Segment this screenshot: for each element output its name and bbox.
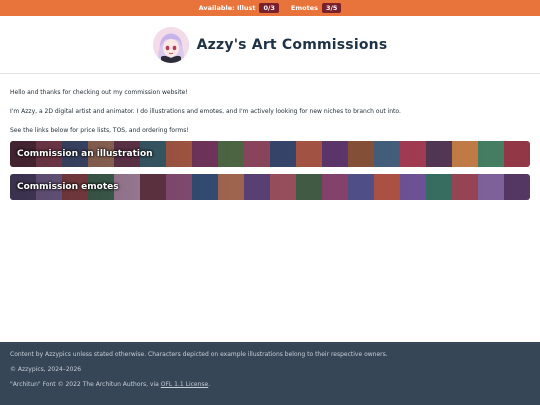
emotes-availability-label: Emotes xyxy=(290,4,318,12)
footer-font-credit: "Architun" Font © 2022 The Architun Auth… xyxy=(10,381,211,388)
intro-instructions: See the links below for price lists, TOS… xyxy=(10,127,189,134)
commission-illustration-label: Commission an illustration xyxy=(17,149,153,159)
footer-copyright: © Azzypics, 2024–2026 xyxy=(10,366,82,373)
ofl-license-link[interactable]: OFL 1.1 License xyxy=(161,381,209,388)
illust-availability-badge: 0/3 xyxy=(259,3,279,13)
site-title: Azzy's Art Commissions xyxy=(196,36,388,53)
intro-about: I'm Azzy, a 2D digital artist and animat… xyxy=(10,108,401,115)
emotes-availability-badge: 3/5 xyxy=(321,3,342,13)
availability-bar: Available: Illust 0/3 Emotes 3/5 xyxy=(0,0,540,16)
intro-greeting: Hello and thanks for checking out my com… xyxy=(10,89,188,96)
footer-content-notice: Content by Azzypics unless stated otherw… xyxy=(10,351,388,358)
commission-emotes-label: Commission emotes xyxy=(17,182,119,192)
site-footer: Content by Azzypics unless stated otherw… xyxy=(0,342,540,405)
main-content: Hello and thanks for checking out my com… xyxy=(0,74,540,200)
commission-emotes-link[interactable]: Commission emotes xyxy=(10,174,530,200)
illust-availability-label: Available: Illust xyxy=(198,4,256,12)
avatar-girl-icon[interactable] xyxy=(152,26,189,63)
commission-illustration-link[interactable]: Commission an illustration xyxy=(10,141,530,167)
site-header: Azzy's Art Commissions xyxy=(0,16,540,74)
